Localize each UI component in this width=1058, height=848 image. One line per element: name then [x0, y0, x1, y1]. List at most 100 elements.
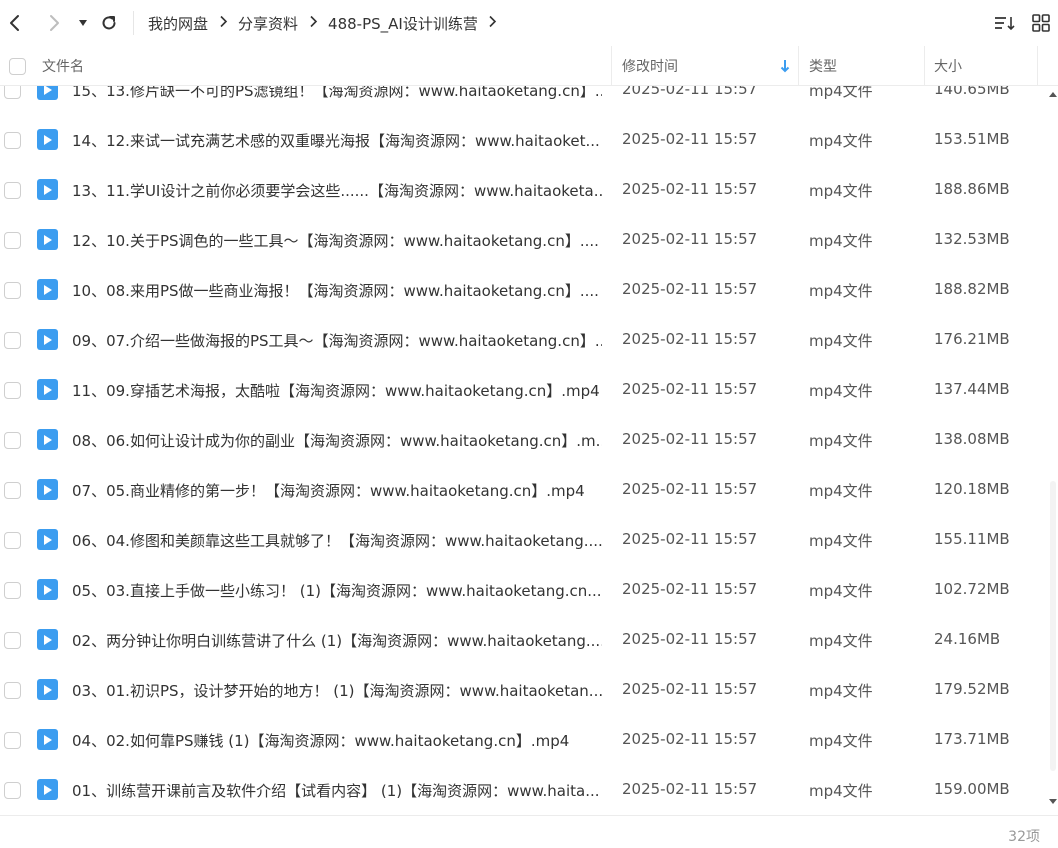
- file-name[interactable]: 15、13.修片缺一不可的PS滤镜组！【海淘资源网：www.haitaoketa…: [72, 86, 602, 101]
- forward-button[interactable]: [39, 8, 69, 38]
- breadcrumb: 我的网盘 分享资料 488-PS_AI设计训练营: [148, 0, 508, 46]
- column-header-type[interactable]: 类型: [809, 46, 837, 86]
- file-size: 24.16MB: [934, 630, 1001, 648]
- column-divider[interactable]: [1037, 46, 1038, 86]
- row-checkbox[interactable]: [4, 532, 21, 549]
- file-row[interactable]: 13、11.学UI设计之前你必须要学会这些......【海淘资源网：www.ha…: [0, 166, 1048, 216]
- sort-icon: [995, 17, 1015, 31]
- video-file-icon: [37, 229, 58, 250]
- column-header-type-label: 类型: [809, 59, 837, 75]
- vertical-scrollbar[interactable]: [1048, 86, 1058, 815]
- file-row[interactable]: 03、01.初识PS，设计梦开始的地方！ (1)【海淘资源网：www.haita…: [0, 666, 1048, 716]
- file-name[interactable]: 14、12.来试一试充满艺术感的双重曝光海报【海淘资源网：www.haitaok…: [72, 130, 602, 151]
- scroll-down-icon[interactable]: [1049, 799, 1057, 804]
- column-divider[interactable]: [611, 46, 612, 86]
- row-checkbox[interactable]: [4, 732, 21, 749]
- file-row[interactable]: 11、09.穿插艺术海报，太酷啦【海淘资源网：www.haitaoketang.…: [0, 366, 1048, 416]
- file-row[interactable]: 12、10.关于PS调色的一些工具～【海淘资源网：www.haitaoketan…: [0, 216, 1048, 266]
- row-checkbox[interactable]: [4, 132, 21, 149]
- file-name[interactable]: 06、04.修图和美颜靠这些工具就够了！【海淘资源网：www.haitaoket…: [72, 530, 602, 551]
- file-modified-date: 2025-02-11 15:57: [622, 680, 758, 698]
- scrollbar-thumb[interactable]: [1050, 481, 1056, 771]
- file-type: mp4文件: [809, 382, 873, 400]
- caret-down-icon: [79, 20, 87, 26]
- file-name[interactable]: 12、10.关于PS调色的一些工具～【海淘资源网：www.haitaoketan…: [72, 230, 602, 251]
- video-file-icon: [37, 179, 58, 200]
- file-type: mp4文件: [809, 782, 873, 800]
- grid-view-button[interactable]: [1026, 8, 1056, 38]
- toolbar-divider: [133, 11, 134, 35]
- column-header-name[interactable]: 文件名: [42, 46, 84, 86]
- row-checkbox[interactable]: [4, 432, 21, 449]
- breadcrumb-separator-icon: [218, 14, 228, 32]
- sort-button[interactable]: [990, 8, 1020, 38]
- file-row[interactable]: 10、08.来用PS做一些商业海报！【海淘资源网：www.haitaoketan…: [0, 266, 1048, 316]
- row-checkbox[interactable]: [4, 282, 21, 299]
- file-size: 173.71MB: [934, 730, 1010, 748]
- file-name[interactable]: 10、08.来用PS做一些商业海报！【海淘资源网：www.haitaoketan…: [72, 280, 602, 301]
- column-header-date-label: 修改时间: [622, 59, 678, 75]
- file-modified-date: 2025-02-11 15:57: [622, 130, 758, 148]
- file-name[interactable]: 09、07.介绍一些做海报的PS工具～【海淘资源网：www.haitaoketa…: [72, 330, 602, 351]
- breadcrumb-item-current-folder[interactable]: 488-PS_AI设计训练营: [328, 13, 478, 34]
- refresh-button[interactable]: [94, 8, 124, 38]
- file-modified-date: 2025-02-11 15:57: [622, 230, 758, 248]
- file-list-header: 文件名 修改时间 类型 大小: [0, 46, 1058, 86]
- file-name[interactable]: 08、06.如何让设计成为你的副业【海淘资源网：www.haitaoketang…: [72, 430, 602, 451]
- row-checkbox[interactable]: [4, 382, 21, 399]
- column-divider[interactable]: [924, 46, 925, 86]
- file-name[interactable]: 13、11.学UI设计之前你必须要学会这些......【海淘资源网：www.ha…: [72, 180, 602, 201]
- breadcrumb-separator-icon: [488, 14, 498, 32]
- file-name[interactable]: 03、01.初识PS，设计梦开始的地方！ (1)【海淘资源网：www.haita…: [72, 680, 602, 701]
- row-checkbox[interactable]: [4, 232, 21, 249]
- row-checkbox[interactable]: [4, 332, 21, 349]
- back-button[interactable]: [0, 8, 30, 38]
- file-size: 179.52MB: [934, 680, 1010, 698]
- file-name[interactable]: 07、05.商业精修的第一步！【海淘资源网：www.haitaoketang.c…: [72, 480, 602, 501]
- column-divider[interactable]: [798, 46, 799, 86]
- file-size: 120.18MB: [934, 480, 1010, 498]
- video-file-icon: [37, 429, 58, 450]
- file-name[interactable]: 01、训练营开课前言及软件介绍【试看内容】 (1)【海淘资源网：www.hait…: [72, 780, 602, 801]
- row-checkbox[interactable]: [4, 582, 21, 599]
- row-checkbox[interactable]: [4, 682, 21, 699]
- scroll-up-icon[interactable]: [1049, 92, 1057, 97]
- row-checkbox[interactable]: [4, 482, 21, 499]
- video-file-icon: [37, 529, 58, 550]
- column-header-date[interactable]: 修改时间: [622, 46, 798, 86]
- file-type: mp4文件: [809, 682, 873, 700]
- file-size: 140.65MB: [934, 86, 1010, 98]
- file-name[interactable]: 02、两分钟让你明白训练营讲了什么 (1)【海淘资源网：www.haitaoke…: [72, 630, 602, 651]
- item-count: 32项: [1008, 829, 1040, 845]
- file-row[interactable]: 02、两分钟让你明白训练营讲了什么 (1)【海淘资源网：www.haitaoke…: [0, 616, 1048, 666]
- file-row[interactable]: 08、06.如何让设计成为你的副业【海淘资源网：www.haitaoketang…: [0, 416, 1048, 466]
- select-all-checkbox[interactable]: [9, 58, 26, 75]
- video-file-icon: [37, 86, 58, 100]
- breadcrumb-item-shared[interactable]: 分享资料: [238, 13, 298, 34]
- video-file-icon: [37, 779, 58, 800]
- arrow-down-icon: [780, 60, 790, 73]
- file-row[interactable]: 01、训练营开课前言及软件介绍【试看内容】 (1)【海淘资源网：www.hait…: [0, 766, 1048, 815]
- file-type: mp4文件: [809, 632, 873, 650]
- file-row[interactable]: 14、12.来试一试充满艺术感的双重曝光海报【海淘资源网：www.haitaok…: [0, 116, 1048, 166]
- file-row[interactable]: 04、02.如何靠PS赚钱 (1)【海淘资源网：www.haitaoketang…: [0, 716, 1048, 766]
- row-checkbox[interactable]: [4, 632, 21, 649]
- row-checkbox[interactable]: [4, 86, 21, 99]
- file-row[interactable]: 05、03.直接上手做一些小练习！ (1)【海淘资源网：www.haitaoke…: [0, 566, 1048, 616]
- row-checkbox[interactable]: [4, 182, 21, 199]
- file-name[interactable]: 05、03.直接上手做一些小练习！ (1)【海淘资源网：www.haitaoke…: [72, 580, 602, 601]
- file-modified-date: 2025-02-11 15:57: [622, 86, 758, 98]
- file-row[interactable]: 09、07.介绍一些做海报的PS工具～【海淘资源网：www.haitaoketa…: [0, 316, 1048, 366]
- file-row[interactable]: 06、04.修图和美颜靠这些工具就够了！【海淘资源网：www.haitaoket…: [0, 516, 1048, 566]
- breadcrumb-item-my-drive[interactable]: 我的网盘: [148, 13, 208, 34]
- video-file-icon: [37, 329, 58, 350]
- file-type: mp4文件: [809, 582, 873, 600]
- row-checkbox[interactable]: [4, 782, 21, 799]
- file-list: 15、13.修片缺一不可的PS滤镜组！【海淘资源网：www.haitaoketa…: [0, 86, 1048, 815]
- file-row[interactable]: 15、13.修片缺一不可的PS滤镜组！【海淘资源网：www.haitaoketa…: [0, 86, 1048, 116]
- file-name[interactable]: 11、09.穿插艺术海报，太酷啦【海淘资源网：www.haitaoketang.…: [72, 380, 602, 401]
- file-row[interactable]: 07、05.商业精修的第一步！【海淘资源网：www.haitaoketang.c…: [0, 466, 1048, 516]
- column-header-size[interactable]: 大小: [934, 46, 962, 86]
- video-file-icon: [37, 729, 58, 750]
- file-name[interactable]: 04、02.如何靠PS赚钱 (1)【海淘资源网：www.haitaoketang…: [72, 730, 602, 751]
